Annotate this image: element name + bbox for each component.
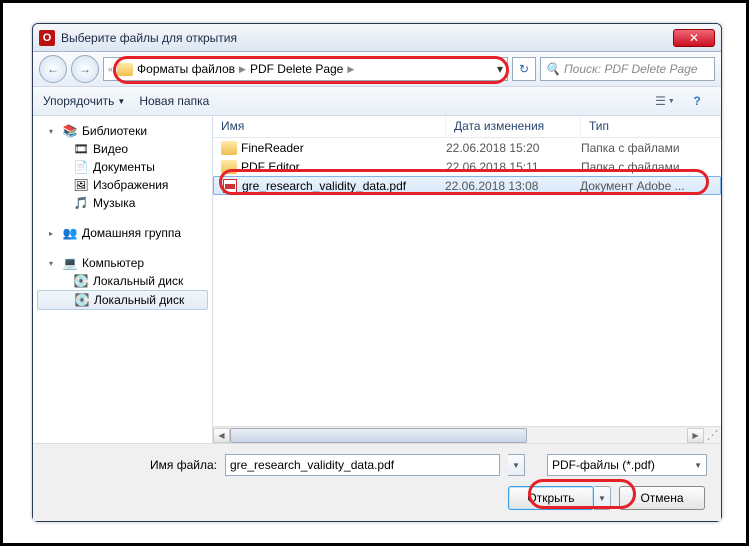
refresh-icon: ↻ bbox=[519, 62, 529, 76]
toolbar: Упорядочить▼ Новая папка ☰▼ ? bbox=[33, 86, 721, 116]
breadcrumb-part[interactable]: Форматы файлов bbox=[137, 62, 235, 76]
expand-icon: ▸ bbox=[49, 229, 58, 238]
help-button[interactable]: ? bbox=[683, 90, 711, 112]
file-row[interactable]: FineReader 22.06.2018 15:20 Папка с файл… bbox=[213, 138, 721, 157]
column-name[interactable]: Имя bbox=[213, 116, 446, 137]
open-file-dialog: O Выберите файлы для открытия ✕ ← → « Фо… bbox=[32, 23, 722, 522]
close-button[interactable]: ✕ bbox=[673, 29, 715, 47]
arrow-right-icon: → bbox=[79, 62, 91, 76]
bottom-panel: Имя файла: ▼ PDF-файлы (*.pdf)▼ Открыть … bbox=[33, 443, 721, 521]
view-mode-button[interactable]: ☰▼ bbox=[651, 90, 679, 112]
folder-icon bbox=[221, 160, 237, 174]
scroll-right-icon[interactable]: ▶ bbox=[687, 428, 704, 443]
back-button[interactable]: ← bbox=[39, 55, 67, 83]
close-icon: ✕ bbox=[689, 31, 699, 45]
nav-row: ← → « Форматы файлов ▶ PDF Delete Page ▶… bbox=[33, 52, 721, 86]
search-input[interactable]: 🔍 Поиск: PDF Delete Page bbox=[540, 57, 715, 81]
sidebar-disk[interactable]: 💽Локальный диск bbox=[37, 290, 208, 310]
filename-input[interactable] bbox=[225, 454, 500, 476]
column-headers: Имя Дата изменения Тип bbox=[213, 116, 721, 138]
sidebar-homegroup[interactable]: ▸👥Домашняя группа bbox=[37, 224, 208, 242]
breadcrumb-part[interactable]: PDF Delete Page bbox=[250, 62, 343, 76]
sidebar-images[interactable]: 🖼Изображения bbox=[37, 176, 208, 194]
sidebar-documents[interactable]: 📄Документы bbox=[37, 158, 208, 176]
homegroup-icon: 👥 bbox=[62, 226, 78, 240]
arrow-left-icon: ← bbox=[47, 62, 59, 76]
chevron-down-icon: ▼ bbox=[694, 461, 702, 470]
scroll-left-icon[interactable]: ◀ bbox=[213, 428, 230, 443]
chevron-down-icon[interactable]: ▾ bbox=[497, 62, 503, 76]
collapse-icon: ▾ bbox=[49, 259, 58, 268]
forward-button[interactable]: → bbox=[71, 55, 99, 83]
folder-icon bbox=[117, 63, 133, 76]
sidebar-computer[interactable]: ▾💻Компьютер bbox=[37, 254, 208, 272]
collapse-icon: ▾ bbox=[49, 127, 58, 136]
open-split-button[interactable]: ▼ bbox=[594, 486, 611, 510]
refresh-button[interactable]: ↻ bbox=[512, 57, 536, 81]
breadcrumb-back-icon: « bbox=[108, 64, 113, 74]
resize-grip-icon: ⋰ bbox=[704, 428, 721, 443]
document-icon: 📄 bbox=[73, 160, 89, 174]
sidebar: ▾📚Библиотеки 🎞Видео 📄Документы 🖼Изображе… bbox=[33, 116, 213, 443]
file-row[interactable]: gre_research_validity_data.pdf 22.06.201… bbox=[213, 176, 721, 195]
video-icon: 🎞 bbox=[73, 142, 89, 156]
music-icon: 🎵 bbox=[73, 196, 89, 210]
disk-icon: 💽 bbox=[74, 293, 90, 307]
column-date[interactable]: Дата изменения bbox=[446, 116, 581, 137]
window-title: Выберите файлы для открытия bbox=[61, 31, 673, 45]
pdf-icon bbox=[222, 179, 238, 193]
file-type-filter[interactable]: PDF-файлы (*.pdf)▼ bbox=[547, 454, 707, 476]
sidebar-libraries[interactable]: ▾📚Библиотеки bbox=[37, 122, 208, 140]
image-icon: 🖼 bbox=[73, 178, 89, 192]
organize-menu[interactable]: Упорядочить▼ bbox=[43, 94, 125, 108]
cancel-button[interactable]: Отмена bbox=[619, 486, 705, 510]
library-icon: 📚 bbox=[62, 124, 78, 138]
chevron-right-icon: ▶ bbox=[347, 64, 354, 75]
file-row[interactable]: PDF Editor 22.06.2018 15:11 Папка с файл… bbox=[213, 157, 721, 176]
view-icon: ☰ bbox=[655, 94, 666, 108]
filename-history-button[interactable]: ▼ bbox=[508, 454, 525, 476]
horizontal-scrollbar[interactable]: ◀ ▶ ⋰ bbox=[213, 426, 721, 443]
file-list: Имя Дата изменения Тип FineReader 22.06.… bbox=[213, 116, 721, 443]
open-button[interactable]: Открыть bbox=[508, 486, 594, 510]
column-type[interactable]: Тип bbox=[581, 116, 721, 137]
disk-icon: 💽 bbox=[73, 274, 89, 288]
scrollbar-thumb[interactable] bbox=[230, 428, 527, 443]
search-icon: 🔍 bbox=[545, 62, 560, 76]
sidebar-music[interactable]: 🎵Музыка bbox=[37, 194, 208, 212]
sidebar-video[interactable]: 🎞Видео bbox=[37, 140, 208, 158]
help-icon: ? bbox=[693, 94, 700, 108]
app-icon: O bbox=[39, 30, 55, 46]
search-placeholder: Поиск: PDF Delete Page bbox=[564, 62, 698, 76]
chevron-right-icon: ▶ bbox=[239, 64, 246, 75]
computer-icon: 💻 bbox=[62, 256, 78, 270]
chevron-down-icon: ▼ bbox=[117, 97, 125, 106]
filename-label: Имя файла: bbox=[47, 458, 217, 472]
breadcrumb[interactable]: « Форматы файлов ▶ PDF Delete Page ▶ ▾ bbox=[103, 57, 508, 81]
titlebar: O Выберите файлы для открытия ✕ bbox=[33, 24, 721, 52]
folder-icon bbox=[221, 141, 237, 155]
sidebar-disk[interactable]: 💽Локальный диск bbox=[37, 272, 208, 290]
new-folder-button[interactable]: Новая папка bbox=[139, 94, 209, 108]
